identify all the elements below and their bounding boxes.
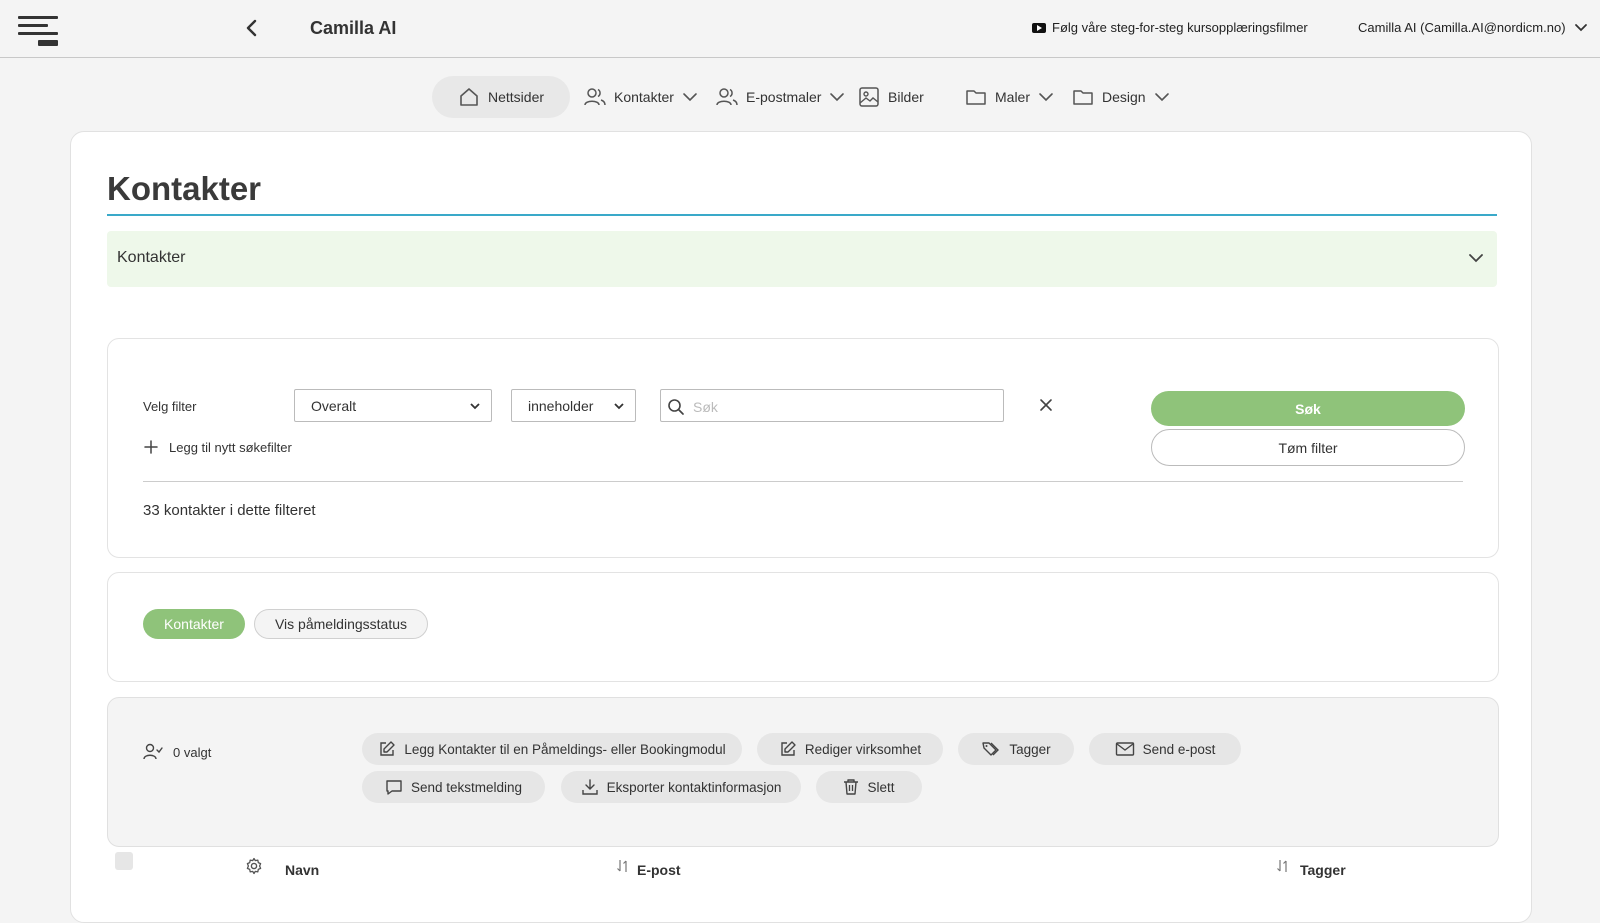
send-sms-label: Send tekstmelding (410, 779, 523, 795)
page-title: Kontakter (107, 170, 262, 207)
chevron-down-icon (1574, 23, 1587, 31)
chevron-down-icon (830, 93, 845, 102)
filter-operator-select[interactable]: inneholder (511, 389, 636, 422)
search-field (660, 389, 1004, 422)
accordion-label: Kontakter (117, 249, 186, 266)
main-nav: Nettsider Kontakter E-postmaler Bilder M… (0, 76, 1600, 118)
chevron-down-icon (1039, 93, 1053, 102)
delete-label: Slett (867, 779, 895, 795)
export-label: Eksporter kontaktinformasjon (606, 779, 782, 795)
table-header: Navn E-post Tagger (107, 852, 1497, 892)
tab-contacts[interactable]: Kontakter (143, 609, 245, 639)
tags-button[interactable]: Tagger (958, 733, 1074, 765)
download-icon (581, 779, 598, 795)
user-check-icon (143, 743, 163, 760)
nav-item-design[interactable]: Design (1072, 76, 1170, 118)
folder-icon (966, 90, 986, 105)
add-to-module-button[interactable]: Legg Kontakter til en Påmeldings- eller … (362, 733, 742, 765)
edit-company-label: Rediger virksomhet (804, 741, 922, 757)
top-bar: Camilla AI Følg våre steg-for-steg kurso… (0, 0, 1600, 58)
image-icon (859, 87, 879, 107)
edit-company-button[interactable]: Rediger virksomhet (757, 733, 943, 765)
user-label: Camilla AI (Camilla.AI@nordicm.no) (1358, 20, 1566, 35)
back-button[interactable] (240, 16, 264, 40)
edit-icon (781, 741, 796, 756)
home-icon (460, 88, 478, 106)
chevron-down-icon (470, 402, 480, 409)
trash-icon (844, 779, 859, 795)
export-button[interactable]: Eksporter kontaktinformasjon (561, 771, 801, 803)
nav-item-bilder[interactable]: Bilder (858, 76, 924, 118)
chevron-down-icon (614, 402, 624, 409)
tutorial-link-label: Følg våre steg-for-steg kursopplæringsfi… (1052, 20, 1308, 35)
view-tabs-panel: Kontakter Vis påmeldingsstatus (107, 572, 1499, 682)
app-title: Camilla AI (310, 18, 397, 38)
users-icon (584, 88, 606, 106)
bulk-actions-panel: 0 valgt Legg Kontakter til en Påmeldings… (107, 697, 1499, 847)
sort-icon[interactable] (1275, 858, 1291, 874)
filter-field-select[interactable]: Overalt (294, 389, 492, 422)
plus-icon (144, 440, 158, 454)
sort-icon[interactable] (615, 858, 631, 874)
menu-icon[interactable] (18, 16, 58, 52)
tab-show-status[interactable]: Vis påmeldingsstatus (254, 609, 428, 639)
column-header-tags[interactable]: Tagger (1300, 862, 1346, 878)
nav-item-label: E-postmaler (746, 89, 822, 105)
gear-icon[interactable] (245, 857, 263, 875)
title-divider (107, 214, 1497, 216)
filter-divider (143, 481, 1463, 482)
tags-label: Tagger (1009, 741, 1051, 757)
close-icon[interactable] (1038, 397, 1054, 413)
contacts-accordion[interactable]: Kontakter (107, 231, 1497, 287)
nav-item-label: Design (1102, 89, 1146, 105)
column-header-email[interactable]: E-post (637, 862, 681, 878)
send-sms-button[interactable]: Send tekstmelding (362, 771, 545, 803)
chevron-left-icon (246, 19, 257, 37)
nav-item-kontakter[interactable]: Kontakter (584, 76, 698, 118)
search-button[interactable]: Søk (1151, 391, 1465, 426)
select-all-checkbox[interactable] (115, 852, 133, 870)
tutorial-link[interactable]: Følg våre steg-for-steg kursopplæringsfi… (1032, 20, 1308, 35)
filter-operator-value: inneholder (528, 397, 594, 414)
send-email-label: Send e-post (1142, 741, 1216, 757)
search-input[interactable] (691, 392, 995, 421)
nav-item-label: Bilder (888, 89, 924, 105)
delete-button[interactable]: Slett (816, 771, 922, 803)
add-to-module-label: Legg Kontakter til en Påmeldings- eller … (404, 741, 726, 757)
filter-label: Velg filter (143, 399, 197, 414)
filter-field-value: Overalt (311, 397, 357, 414)
selected-count-label: 0 valgt (173, 744, 212, 760)
mail-icon (1115, 742, 1134, 756)
main-card: Kontakter Kontakter Velg filter Overalt … (70, 131, 1532, 923)
tag-icon (982, 742, 1000, 756)
send-email-button[interactable]: Send e-post (1089, 733, 1241, 765)
nav-item-e-postmaler[interactable]: E-postmaler (716, 76, 845, 118)
chevron-down-icon (1154, 93, 1169, 102)
filter-panel: Velg filter Overalt inneholder Legg til … (107, 338, 1499, 558)
add-filter-button[interactable]: Legg til nytt søkefilter (143, 439, 292, 455)
user-menu[interactable]: Camilla AI (Camilla.AI@nordicm.no) (1358, 20, 1588, 35)
nav-item-nettsider[interactable]: Nettsider (432, 76, 571, 118)
filter-count: 33 kontakter i dette filteret (143, 502, 316, 519)
youtube-icon (1032, 22, 1046, 33)
add-filter-label: Legg til nytt søkefilter (169, 439, 292, 455)
folder-icon (1073, 90, 1093, 105)
chevron-down-icon (683, 93, 697, 102)
chat-icon (386, 780, 402, 795)
column-header-name[interactable]: Navn (285, 862, 319, 878)
selected-count: 0 valgt (143, 742, 211, 762)
users-icon (716, 88, 738, 106)
chevron-down-icon (1469, 254, 1483, 263)
edit-icon (380, 741, 396, 756)
nav-item-label: Kontakter (614, 89, 674, 105)
nav-item-label: Maler (995, 89, 1031, 105)
nav-item-maler[interactable]: Maler (965, 76, 1054, 118)
nav-item-label: Nettsider (488, 89, 545, 105)
search-icon (668, 399, 684, 415)
clear-filter-button[interactable]: Tøm filter (1151, 429, 1465, 466)
